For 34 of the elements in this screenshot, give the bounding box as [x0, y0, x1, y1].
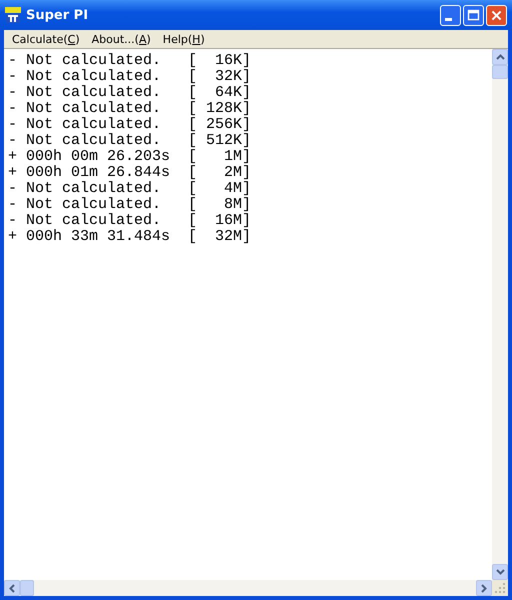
chevron-left-icon [9, 584, 15, 592]
chevron-up-icon [496, 54, 504, 60]
chevron-down-icon [496, 569, 504, 575]
result-line: - Not calculated. [ 512K] [8, 133, 252, 149]
result-line: - Not calculated. [ 16M] [8, 213, 252, 229]
result-line: + 000h 01m 26.844s [ 2M] [8, 165, 252, 181]
menu-item[interactable]: Help(H) [156, 32, 211, 46]
result-line: - Not calculated. [ 128K] [8, 101, 252, 117]
vertical-scrollbar[interactable] [492, 49, 508, 580]
result-line: - Not calculated. [ 4M] [8, 181, 252, 197]
minimize-button[interactable] [440, 4, 461, 26]
scroll-right-button[interactable] [476, 580, 492, 596]
result-line: - Not calculated. [ 32K] [8, 69, 252, 85]
minimize-icon [445, 18, 452, 20]
result-line: + 000h 00m 26.203s [ 1M] [8, 149, 252, 165]
chevron-right-icon [481, 584, 487, 592]
horizontal-scrollbar[interactable] [4, 580, 492, 596]
result-line: - Not calculated. [ 256K] [8, 117, 252, 133]
resize-grip-icon[interactable] [492, 580, 508, 596]
result-line: - Not calculated. [ 8M] [8, 197, 252, 213]
scroll-down-button[interactable] [492, 564, 508, 580]
close-button[interactable] [486, 4, 507, 26]
scroll-up-button[interactable] [492, 49, 508, 65]
scroll-thumb[interactable] [20, 580, 34, 596]
result-line: + 000h 33m 31.484s [ 32M] [8, 229, 252, 245]
scroll-thumb[interactable] [492, 65, 508, 79]
maximize-button[interactable] [463, 4, 484, 26]
menu-item[interactable]: Calculate(C) [6, 32, 86, 46]
window-title: Super PI [26, 8, 90, 22]
app-icon [5, 7, 21, 23]
result-line: - Not calculated. [ 16K] [8, 53, 252, 69]
menu-item[interactable]: About...(A) [86, 32, 157, 46]
scroll-left-button[interactable] [4, 580, 20, 596]
result-line: - Not calculated. [ 64K] [8, 85, 252, 101]
